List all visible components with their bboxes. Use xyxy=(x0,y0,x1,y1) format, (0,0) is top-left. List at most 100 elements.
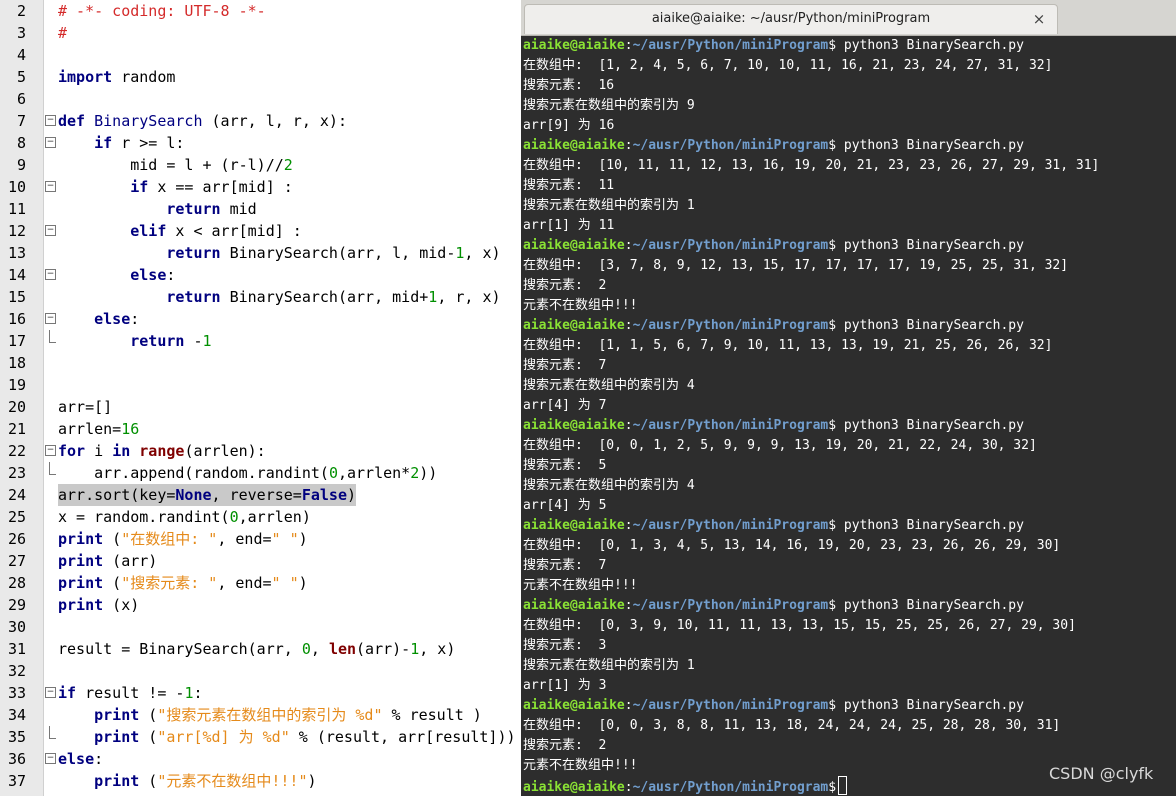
code-line[interactable]: 25 x = random.randint(0,arrlen) xyxy=(0,506,520,528)
output-text: arr[4] 为 7 xyxy=(523,398,607,413)
code-line[interactable]: 13 return BinarySearch(arr, l, mid-1, x) xyxy=(0,242,520,264)
code-line[interactable]: 28 print ("搜索元素: ", end=" ") xyxy=(0,572,520,594)
terminal-cursor[interactable] xyxy=(838,776,848,795)
output-text: 在数组中: [3, 7, 8, 9, 12, 13, 15, 17, 17, 1… xyxy=(523,258,1069,273)
terminal-prompt-line: aiaike@aiaike:~/ausr/Python/miniProgram$… xyxy=(523,36,1173,56)
code-line[interactable]: 12 − elif x < arr[mid] : xyxy=(0,220,520,242)
fold-toggle-icon[interactable]: − xyxy=(45,687,56,698)
code-token: for xyxy=(58,442,86,460)
code-line[interactable]: 34 print ("搜索元素在数组中的索引为 %d" % result ) xyxy=(0,704,520,726)
code-token: ) xyxy=(298,530,308,548)
code-line[interactable]: 14 − else: xyxy=(0,264,520,286)
fold-toggle-icon[interactable]: − xyxy=(45,115,56,126)
code-line[interactable]: 11 return mid xyxy=(0,198,520,220)
fold-toggle-icon[interactable]: − xyxy=(45,313,56,324)
code-line[interactable]: 2 # -*- coding: UTF-8 -*- xyxy=(0,0,520,22)
output-text: 搜索元素在数组中的索引为 4 xyxy=(523,378,695,393)
output-text: arr[1] 为 11 xyxy=(523,218,615,233)
terminal-prompt-line: aiaike@aiaike:~/ausr/Python/miniProgram$… xyxy=(523,696,1173,716)
code-line[interactable]: 36 − else: xyxy=(0,748,520,770)
code-line[interactable]: 33 − if result != -1: xyxy=(0,682,520,704)
output-text: 在数组中: [0, 0, 3, 8, 8, 11, 13, 18, 24, 24… xyxy=(523,718,1061,733)
code-token: print xyxy=(94,772,140,790)
terminal-tab[interactable]: aiaike@aiaike: ~/ausr/Python/miniProgram… xyxy=(524,4,1058,34)
fold-end-marker xyxy=(49,330,56,343)
code-line[interactable]: 19 xyxy=(0,374,520,396)
code-line[interactable]: 37 print ("元素不在数组中!!!") xyxy=(0,770,520,792)
prompt-symbol: $ xyxy=(828,38,837,53)
code-line[interactable]: 20 arr=[] xyxy=(0,396,520,418)
close-tab-icon[interactable]: × xyxy=(1029,9,1049,29)
code-line[interactable]: 8 − if r >= l: xyxy=(0,132,520,154)
code-token: BinarySearch(arr, mid+ xyxy=(220,288,429,306)
code-token: def xyxy=(58,112,86,130)
code-line[interactable]: 32 xyxy=(0,660,520,682)
code-line[interactable]: 9 mid = l + (r-l)//2 xyxy=(0,154,520,176)
fold-toggle-icon[interactable]: − xyxy=(45,753,56,764)
fold-toggle-icon[interactable]: − xyxy=(45,137,56,148)
code-line[interactable]: 5 import random xyxy=(0,66,520,88)
code-line[interactable]: 29 print (x) xyxy=(0,594,520,616)
line-number: 11 xyxy=(7,200,26,218)
code-line[interactable]: 30 xyxy=(0,616,520,638)
code-text: print (x) xyxy=(58,594,139,616)
terminal-output-line: 搜索元素在数组中的索引为 4 xyxy=(523,476,1173,496)
code-token: # -*- coding: UTF-8 -*- xyxy=(58,2,266,20)
output-text: 元素不在数组中!!! xyxy=(523,298,638,313)
terminal-output-line: arr[1] 为 11 xyxy=(523,216,1173,236)
line-number: 3 xyxy=(16,24,26,42)
code-token: (arrlen): xyxy=(184,442,266,460)
terminal-command: python3 BinarySearch.py xyxy=(836,418,1024,433)
code-line[interactable]: 15 return BinarySearch(arr, mid+1, r, x) xyxy=(0,286,520,308)
prompt-separator: : xyxy=(624,38,633,53)
code-line[interactable]: 26 print ("在数组中: ", end=" ") xyxy=(0,528,520,550)
fold-toggle-icon[interactable]: − xyxy=(45,181,56,192)
output-text: 在数组中: [0, 0, 1, 2, 5, 9, 9, 9, 13, 19, 2… xyxy=(523,438,1037,453)
code-line[interactable]: 21 arrlen=16 xyxy=(0,418,520,440)
code-line[interactable]: 31 result = BinarySearch(arr, 0, len(arr)… xyxy=(0,638,520,660)
line-number: 8 xyxy=(16,134,26,152)
code-line[interactable]: 4 xyxy=(0,44,520,66)
code-line[interactable]: 24 arr.sort(key=None, reverse=False) xyxy=(0,484,520,506)
code-text: print (arr) xyxy=(58,550,157,572)
output-text: 在数组中: [1, 2, 4, 5, 6, 7, 10, 10, 11, 16,… xyxy=(523,58,1053,73)
line-number: 12 xyxy=(7,222,26,240)
prompt-symbol: $ xyxy=(828,418,837,433)
line-number: 17 xyxy=(7,332,26,350)
fold-toggle-icon[interactable]: − xyxy=(45,269,56,280)
code-line[interactable]: 23 arr.append(random.randint(0,arrlen*2)… xyxy=(0,462,520,484)
terminal-window[interactable]: aiaike@aiaike: ~/ausr/Python/miniProgram… xyxy=(521,0,1176,796)
code-token: range xyxy=(139,442,185,460)
code-line[interactable]: 7 − def BinarySearch (arr, l, r, x): xyxy=(0,110,520,132)
code-line[interactable]: 6 xyxy=(0,88,520,110)
code-text: if r >= l: xyxy=(58,132,184,154)
code-line[interactable]: 35 print ("arr[%d] 为 %d" % (result, arr[… xyxy=(0,726,520,748)
code-text: return BinarySearch(arr, l, mid-1, x) xyxy=(58,242,500,264)
code-line[interactable]: 17 return -1 xyxy=(0,330,520,352)
output-text: arr[1] 为 3 xyxy=(523,678,607,693)
line-number: 15 xyxy=(7,288,26,306)
code-text: result = BinarySearch(arr, 0, len(arr)-1… xyxy=(58,638,455,660)
code-line[interactable]: 27 print (arr) xyxy=(0,550,520,572)
code-token: "元素不在数组中!!!" xyxy=(157,772,308,790)
code-line[interactable]: 22 − for i in range(arrlen): xyxy=(0,440,520,462)
code-line[interactable]: 10 − if x == arr[mid] : xyxy=(0,176,520,198)
code-token: ( xyxy=(139,706,158,724)
code-line[interactable]: 3 # xyxy=(0,22,520,44)
prompt-separator: : xyxy=(624,698,633,713)
code-token: ( xyxy=(103,574,122,592)
prompt-separator: : xyxy=(624,238,633,253)
line-number: 36 xyxy=(7,750,26,768)
code-text: print ("搜索元素: ", end=" ") xyxy=(58,572,308,594)
code-line[interactable]: 16 − else: xyxy=(0,308,520,330)
fold-toggle-icon[interactable]: − xyxy=(45,225,56,236)
line-number: 22 xyxy=(7,442,26,460)
output-text: 在数组中: [1, 1, 5, 6, 7, 9, 10, 11, 13, 13,… xyxy=(523,338,1053,353)
code-line[interactable]: 18 xyxy=(0,352,520,374)
code-text: x = random.randint(0,arrlen) xyxy=(58,506,311,528)
fold-toggle-icon[interactable]: − xyxy=(45,445,56,456)
line-number: 2 xyxy=(16,2,26,20)
prompt-separator: : xyxy=(624,518,633,533)
code-editor[interactable]: 2 # -*- coding: UTF-8 -*- 3 #4 5 import rando… xyxy=(0,0,520,796)
